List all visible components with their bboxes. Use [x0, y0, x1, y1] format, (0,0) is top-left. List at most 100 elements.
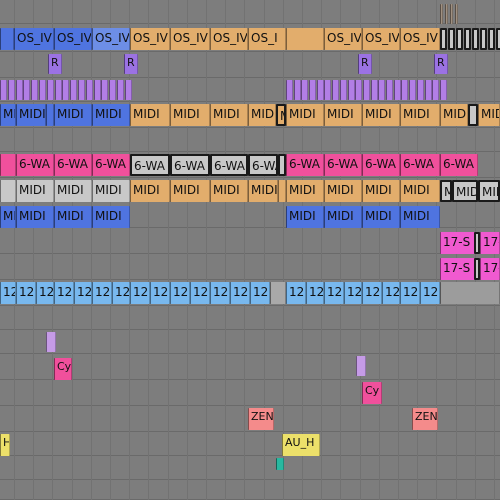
clip[interactable]: OS_IV — [170, 28, 210, 50]
clip[interactable]: OS_IV — [362, 28, 400, 50]
clip[interactable]: 12 — [286, 282, 306, 304]
clip[interactable]: MIDI — [92, 180, 130, 202]
clip[interactable] — [425, 80, 432, 100]
clip[interactable]: 12 — [420, 282, 440, 304]
clip[interactable] — [46, 332, 56, 352]
clip[interactable]: MIDI — [130, 104, 170, 126]
clip[interactable] — [455, 4, 458, 24]
clip[interactable]: 12 — [382, 282, 400, 304]
clip[interactable] — [23, 80, 30, 100]
clip[interactable]: OS_IV — [210, 28, 248, 50]
track-lane-3[interactable] — [0, 52, 500, 78]
clip[interactable] — [39, 80, 46, 100]
clip[interactable]: OS_IV — [324, 28, 362, 50]
clip[interactable]: MIDI — [362, 104, 400, 126]
clip[interactable]: 17-S — [440, 258, 478, 280]
clip[interactable]: 12 — [344, 282, 362, 304]
clip[interactable] — [101, 80, 108, 100]
clip[interactable]: R — [434, 54, 448, 74]
clip[interactable] — [286, 80, 293, 100]
clip[interactable]: ZEN — [248, 408, 274, 430]
clip[interactable] — [309, 80, 316, 100]
clip[interactable] — [276, 458, 284, 470]
clip[interactable] — [386, 80, 393, 100]
clip[interactable]: 12 — [150, 282, 170, 304]
clip[interactable]: 12 — [362, 282, 382, 304]
clip[interactable]: 17-S — [440, 232, 478, 254]
clip[interactable] — [117, 80, 124, 100]
clip[interactable] — [317, 80, 324, 100]
track-lane-11[interactable] — [0, 254, 500, 280]
clip[interactable]: MIDI — [54, 104, 92, 126]
clip[interactable] — [0, 80, 7, 100]
track-lane-1[interactable] — [0, 0, 500, 24]
clip[interactable] — [440, 80, 447, 100]
clip[interactable] — [324, 80, 331, 100]
track-lane-10[interactable] — [0, 228, 500, 254]
clip[interactable]: MIDI — [0, 206, 16, 228]
clip[interactable]: OS_I — [248, 28, 286, 50]
clip[interactable] — [448, 28, 455, 50]
clip[interactable] — [0, 154, 16, 176]
clip[interactable] — [278, 154, 286, 176]
clip[interactable]: MIDI — [286, 180, 324, 202]
clip[interactable]: MIDI — [92, 104, 130, 126]
clip[interactable]: 12 — [36, 282, 54, 304]
track-lane-6[interactable] — [0, 128, 500, 152]
clip[interactable] — [450, 4, 453, 24]
clip[interactable]: MIDI — [286, 104, 324, 126]
clip[interactable]: 6-WA — [400, 154, 440, 176]
clip[interactable] — [286, 28, 324, 50]
clip[interactable]: 12 — [250, 282, 270, 304]
clip[interactable]: MIDI — [324, 206, 362, 228]
clip[interactable] — [294, 80, 301, 100]
clip[interactable] — [355, 80, 362, 100]
clip[interactable]: MIDI — [452, 180, 478, 202]
clip[interactable]: MIDI — [130, 180, 170, 202]
clip[interactable] — [86, 80, 93, 100]
track-lane-18[interactable] — [0, 432, 500, 456]
clip[interactable] — [488, 28, 495, 50]
clip[interactable]: 12 — [170, 282, 190, 304]
clip[interactable]: OS_IV — [54, 28, 92, 50]
clip[interactable]: MIDI — [92, 206, 130, 228]
clip[interactable] — [278, 180, 286, 202]
clip[interactable]: ZEN — [412, 408, 438, 430]
clip[interactable]: 12 — [92, 282, 112, 304]
clip[interactable] — [55, 80, 62, 100]
clip[interactable]: MIDI — [478, 104, 500, 126]
clip[interactable]: OS_IV — [14, 28, 54, 50]
arrangement-view[interactable]: OS_IV OS_IV OS_IV OS_IV OS_IV OS_IV OS_I OS_IV O… — [0, 0, 500, 500]
clip[interactable] — [440, 28, 447, 50]
clip[interactable] — [356, 356, 366, 376]
clip[interactable] — [472, 28, 479, 50]
clip[interactable]: 6-WA — [130, 154, 170, 176]
clip[interactable]: MIDI — [210, 180, 248, 202]
clip[interactable] — [8, 80, 15, 100]
clip[interactable]: 6-WA — [92, 154, 130, 176]
clip[interactable]: MIDI — [248, 104, 276, 126]
clip[interactable]: 12 — [190, 282, 210, 304]
clip[interactable] — [480, 28, 487, 50]
clip[interactable]: 6-WA — [324, 154, 362, 176]
clip[interactable]: MIDI — [440, 180, 452, 202]
clip[interactable]: MIDI — [16, 206, 54, 228]
clip[interactable]: MIDI — [400, 206, 440, 228]
clip[interactable]: MIDI — [210, 104, 248, 126]
clip[interactable]: 12 — [74, 282, 92, 304]
clip[interactable] — [270, 282, 286, 304]
clip[interactable]: OS_IV — [400, 28, 440, 50]
clip[interactable] — [440, 4, 443, 24]
clip[interactable] — [464, 28, 471, 50]
clip[interactable] — [363, 80, 370, 100]
clip[interactable]: 6-WA — [54, 154, 92, 176]
clip[interactable]: 12 — [0, 282, 16, 304]
track-lane-16[interactable] — [0, 380, 500, 406]
clip[interactable]: MIDI — [362, 180, 400, 202]
clip[interactable] — [16, 80, 23, 100]
clip[interactable]: R — [358, 54, 372, 74]
clip[interactable] — [348, 80, 355, 100]
clip[interactable]: Cy — [54, 358, 72, 380]
clip[interactable]: MIDI — [478, 180, 500, 202]
clip[interactable]: MIDI — [440, 104, 468, 126]
